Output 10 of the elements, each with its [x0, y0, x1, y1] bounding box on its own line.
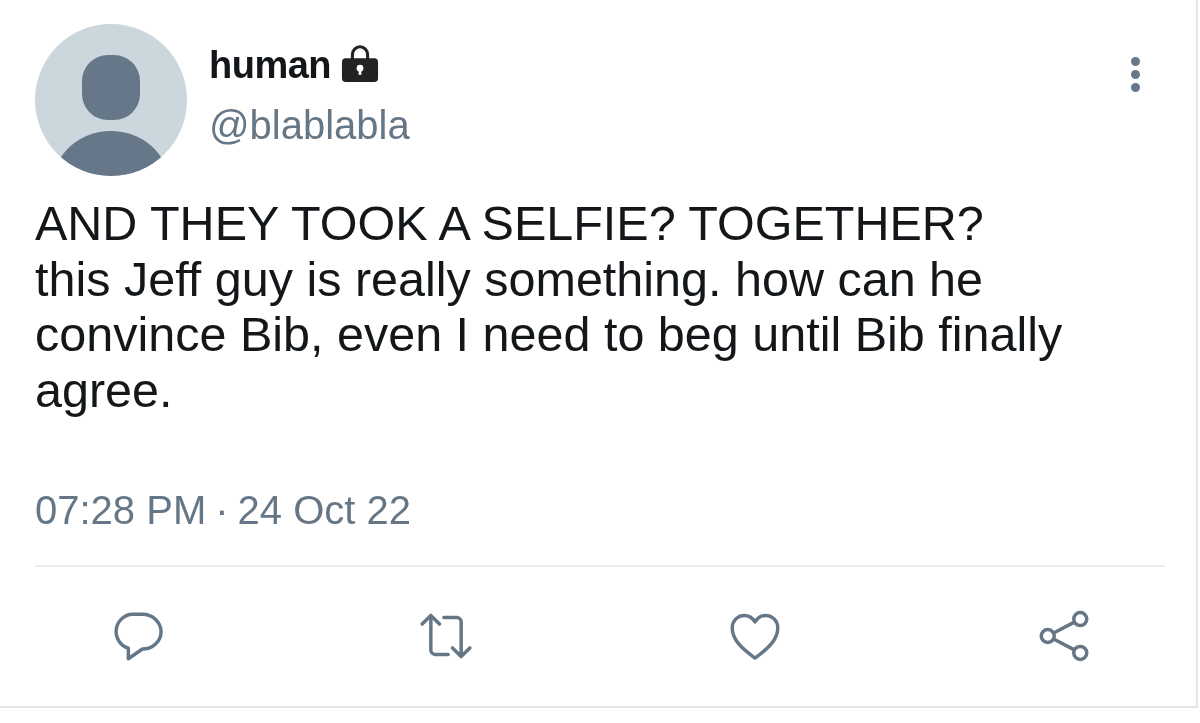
- share-icon: [1038, 610, 1090, 663]
- tweet-text: AND THEY TOOK A SELFIE? TOGETHER? this Jeff guy is really something. how can he convince Bib, even I need to beg until Bib finally agree.: [35, 196, 1064, 418]
- speech-bubble-icon: [111, 610, 163, 663]
- tweet-date: 24 Oct 22: [237, 487, 411, 534]
- separator-dot: ·: [215, 487, 229, 534]
- user-handle: @blablabla: [209, 102, 410, 149]
- more-options-icon[interactable]: [1131, 57, 1140, 92]
- avatar-placeholder-icon: [35, 24, 187, 176]
- display-name: human: [209, 43, 332, 87]
- tweet-time: 07:28 PM: [35, 487, 207, 534]
